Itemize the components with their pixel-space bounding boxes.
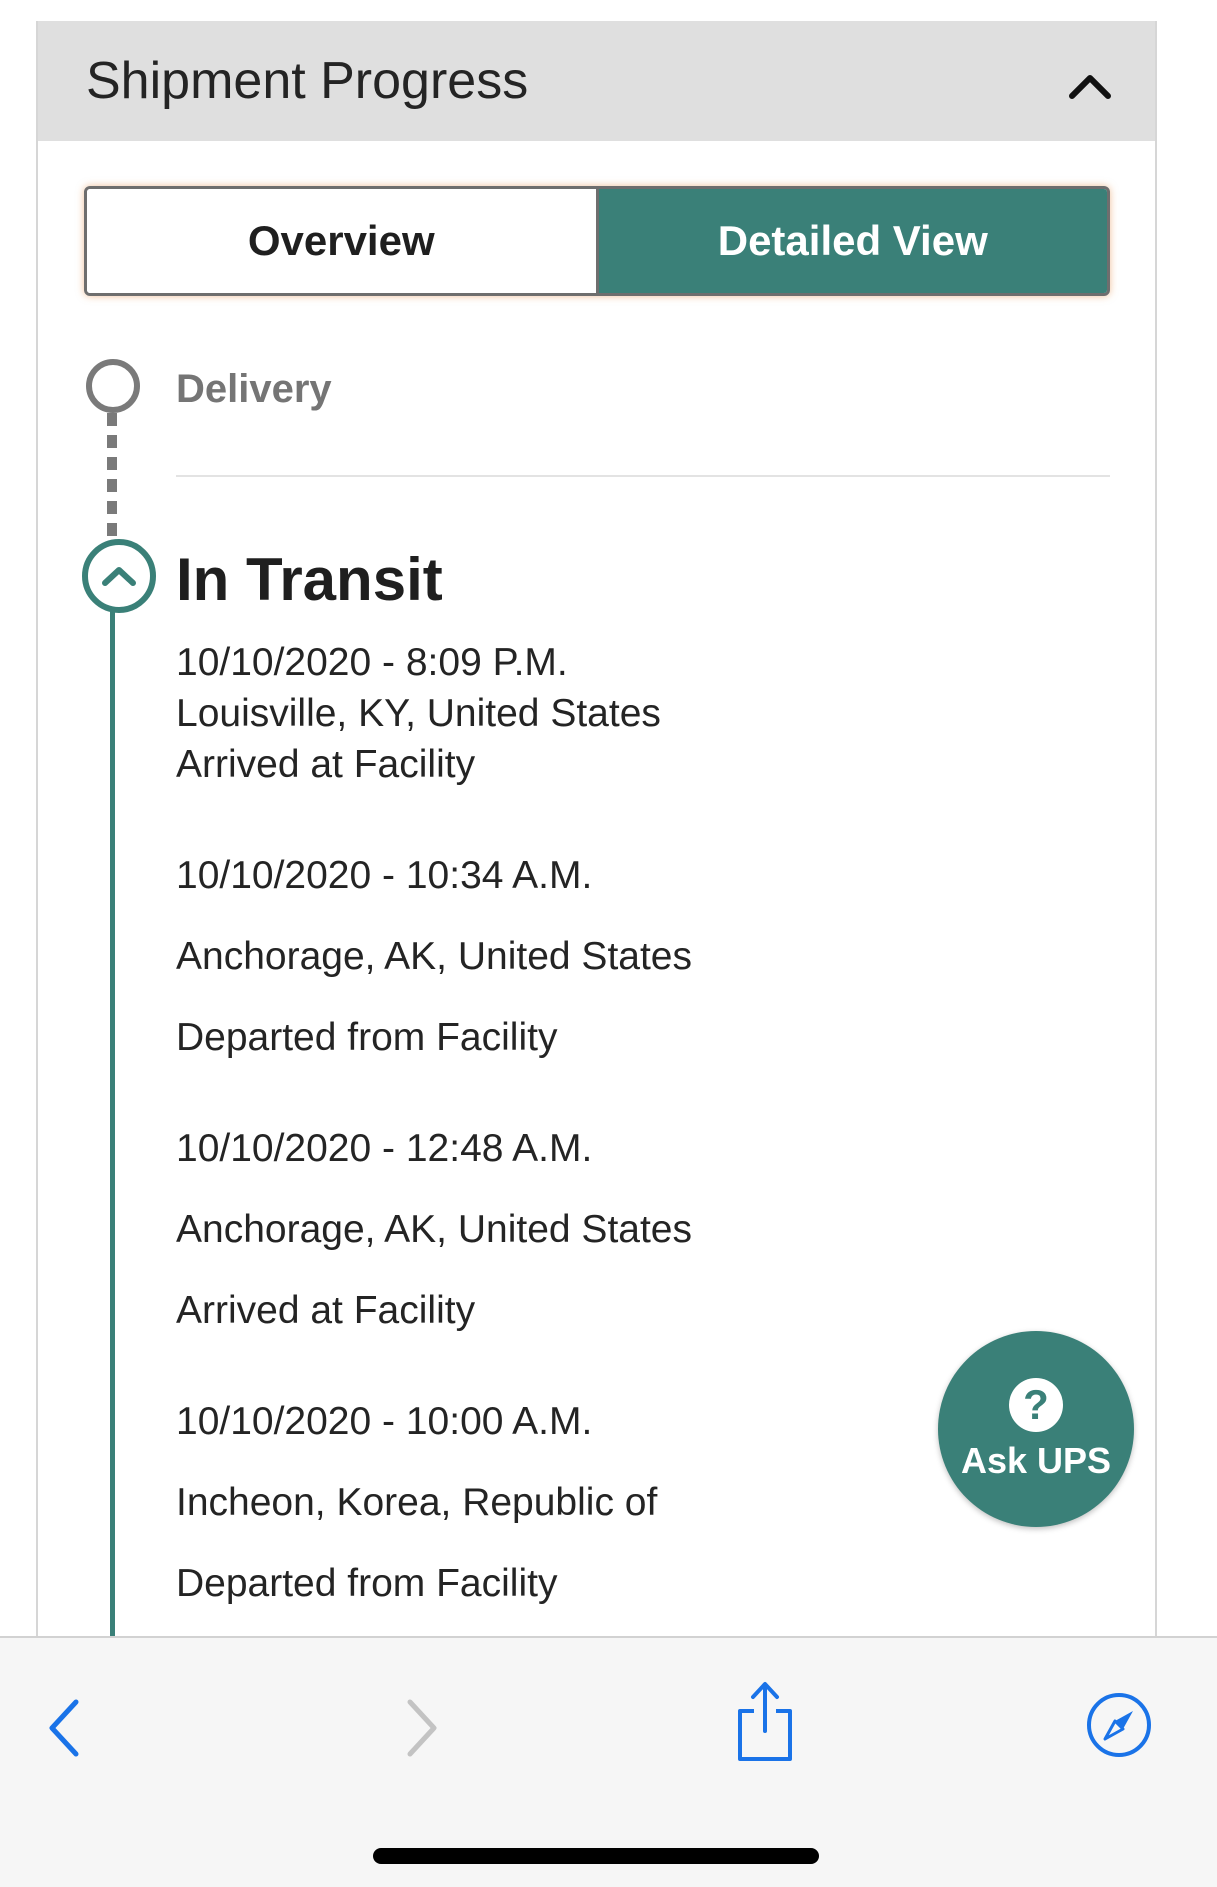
timeline-solid-line <box>110 609 115 1669</box>
event-1-status: Arrived at Facility <box>176 743 476 786</box>
in-transit-expand-icon[interactable] <box>82 539 156 613</box>
home-indicator <box>373 1848 819 1864</box>
event-2-datetime: 10/10/2020 - 10:34 A.M. <box>176 854 593 897</box>
question-circle-icon: ? <box>1009 1378 1063 1432</box>
event-1-location: Louisville, KY, United States <box>176 692 661 735</box>
overview-tab[interactable]: Overview <box>87 189 596 293</box>
ask-ups-button[interactable]: ? Ask UPS <box>938 1331 1134 1527</box>
card-header[interactable]: Shipment Progress <box>38 21 1155 141</box>
share-icon[interactable] <box>730 1676 800 1766</box>
event-1-datetime: 10/10/2020 - 8:09 P.M. <box>176 641 568 684</box>
stage-in-transit-label: In Transit <box>176 546 443 613</box>
event-2-location: Anchorage, AK, United States <box>176 935 692 978</box>
event-4-status: Departed from Facility <box>176 1562 558 1605</box>
divider <box>176 475 1110 477</box>
forward-icon[interactable] <box>398 1688 448 1768</box>
chevron-up-icon[interactable] <box>1058 61 1122 111</box>
shipment-progress-card: Shipment Progress Overview Detailed View… <box>36 21 1157 1669</box>
svg-text:?: ? <box>1023 1381 1049 1428</box>
event-2-status: Departed from Facility <box>176 1016 558 1059</box>
back-icon[interactable] <box>38 1688 88 1768</box>
event-3-datetime: 10/10/2020 - 12:48 A.M. <box>176 1127 593 1170</box>
event-3-status: Arrived at Facility <box>176 1289 476 1332</box>
view-toggle: Overview Detailed View <box>84 186 1110 296</box>
card-title: Shipment Progress <box>86 52 529 110</box>
event-3-location: Anchorage, AK, United States <box>176 1208 692 1251</box>
delivery-node-icon <box>86 359 140 413</box>
event-4-location: Incheon, Korea, Republic of <box>176 1481 658 1524</box>
compass-icon[interactable] <box>1082 1688 1156 1762</box>
ask-ups-label: Ask UPS <box>960 1440 1112 1481</box>
timeline-dotted-line <box>107 413 117 539</box>
event-4-datetime: 10/10/2020 - 10:00 A.M. <box>176 1400 593 1443</box>
stage-delivery-label: Delivery <box>176 367 332 411</box>
detailed-view-tab[interactable]: Detailed View <box>595 189 1107 293</box>
